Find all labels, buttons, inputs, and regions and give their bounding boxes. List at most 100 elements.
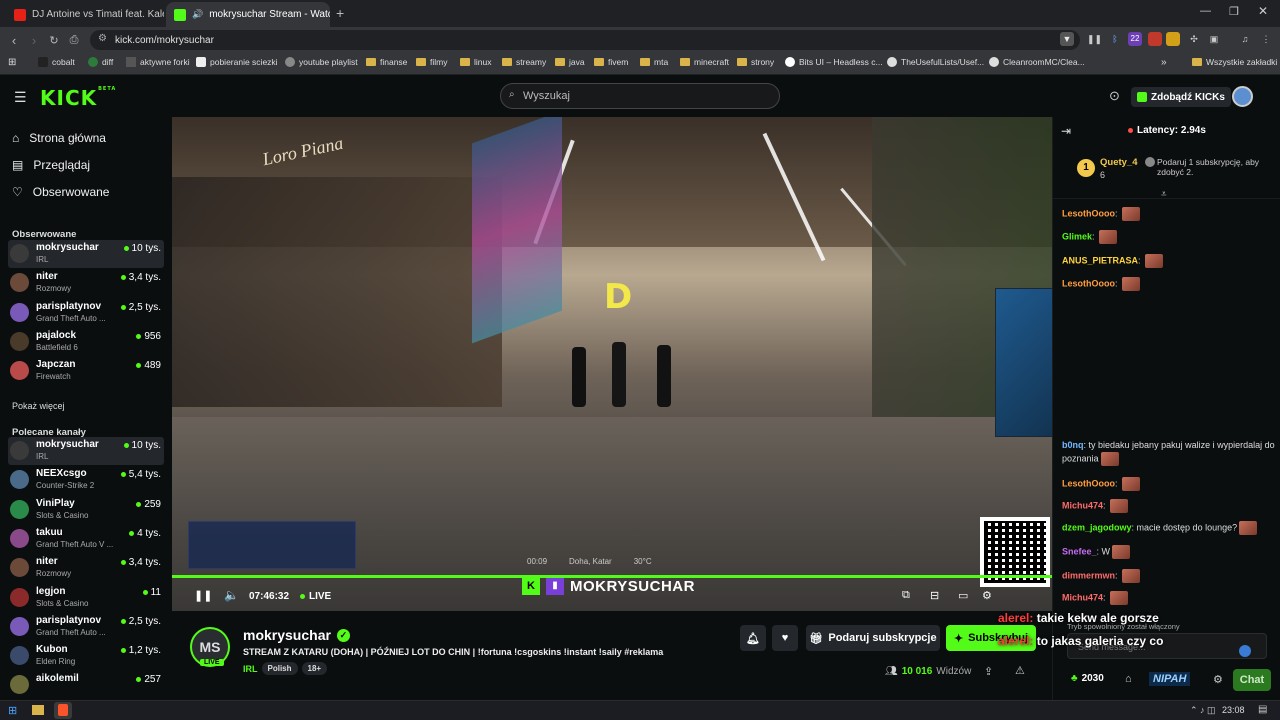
bookmark-item[interactable]: TheUsefulLists/Usef... xyxy=(887,57,984,67)
reload-icon[interactable]: ↻ xyxy=(44,34,64,47)
bookmark-folder[interactable]: finanse xyxy=(366,57,407,67)
sidebar-channel[interactable]: NEEXcsgo Counter-Strike 2 5,4 tys. xyxy=(8,466,164,494)
extension-icon[interactable] xyxy=(1166,32,1180,46)
nav-browse[interactable]: ▤ Przeglądaj xyxy=(12,158,90,172)
live-indicator[interactable]: LIVE xyxy=(300,591,331,602)
user-avatar[interactable] xyxy=(1232,86,1253,107)
site-info-icon[interactable]: ⚙ xyxy=(98,33,107,44)
url-bar[interactable]: ⚙ kick.com/mokrysuchar xyxy=(90,30,1080,50)
chat-username[interactable]: Glimek xyxy=(1062,231,1092,241)
extension-icon[interactable] xyxy=(1148,32,1162,46)
restore-icon[interactable]: ❐ xyxy=(1229,5,1239,18)
sidebar-channel[interactable]: mokrysuchar IRL 10 tys. xyxy=(8,437,164,465)
notification-icon[interactable]: ⊙ xyxy=(1109,88,1120,104)
extensions-puzzle-icon[interactable]: ✣ xyxy=(1187,32,1201,46)
file-explorer-icon[interactable] xyxy=(32,705,44,715)
system-tray-icons[interactable]: ⌃ ♪ ◫ xyxy=(1190,705,1216,716)
gift-icon[interactable]: ⌂ xyxy=(1125,673,1132,685)
forward-icon[interactable]: › xyxy=(24,33,44,48)
brave-shield-icon[interactable]: ▼ xyxy=(1060,32,1074,46)
new-tab-icon[interactable]: + xyxy=(336,5,344,21)
sidebar-channel[interactable]: Japczan Firewatch 489 xyxy=(8,357,164,385)
notifications-icon[interactable]: ▤ xyxy=(1258,704,1267,715)
notification-bell-button[interactable]: 🔔︎ xyxy=(740,625,766,651)
chat-username[interactable]: Michu474 xyxy=(1062,592,1103,602)
chat-username[interactable]: LesothOooo xyxy=(1062,478,1115,488)
bookmark-folder[interactable]: java xyxy=(555,57,585,67)
pause-icon[interactable]: ❚❚ xyxy=(194,589,212,602)
chat-username[interactable]: LesothOooo xyxy=(1062,208,1115,218)
chat-username[interactable]: Michu474 xyxy=(1062,500,1103,510)
chat-settings-icon[interactable]: ⚙ xyxy=(1213,673,1223,686)
sidebar-channel[interactable]: pajalock Battlefield 6 956 xyxy=(8,328,164,356)
bookmark-folder[interactable]: mta xyxy=(640,57,668,67)
progress-bar[interactable] xyxy=(172,575,1052,578)
sidebar-channel[interactable]: mokrysuchar IRL 10 tys. xyxy=(8,240,164,268)
expand-banner-icon[interactable]: ⩡ xyxy=(1161,189,1167,200)
apps-icon[interactable]: ⊞ xyxy=(8,57,16,68)
kick-logo[interactable]: KICKBETA xyxy=(40,86,116,110)
chat-username[interactable]: dimmermwn xyxy=(1062,570,1115,580)
bookmark-item[interactable]: diff xyxy=(88,57,113,67)
share-icon[interactable]: ⇪ xyxy=(984,665,993,678)
all-bookmarks-folder[interactable]: Wszystkie zakładki xyxy=(1192,57,1277,67)
bookmark-folder[interactable]: strony xyxy=(737,57,774,67)
hamburger-menu-icon[interactable]: ☰ xyxy=(14,89,27,106)
bookmark-item[interactable]: youtube playlist xyxy=(285,57,358,67)
bookmark-item[interactable]: aktywne forki xyxy=(126,57,190,67)
chat-username[interactable]: b0nq xyxy=(1062,440,1084,450)
bookmark-icon[interactable]: ⎙ xyxy=(64,34,84,47)
send-chat-button[interactable]: Chat xyxy=(1233,669,1271,691)
close-window-icon[interactable]: ✕ xyxy=(1258,4,1268,18)
top-gifter-name[interactable]: Quety_4 xyxy=(1100,157,1138,168)
sidebar-channel[interactable]: ViniPlay Slots & Casino 259 xyxy=(8,496,164,524)
extension-badge-icon[interactable]: 22 xyxy=(1128,32,1142,46)
report-icon[interactable]: ⚠ xyxy=(1015,664,1025,677)
category-link[interactable]: IRL xyxy=(243,664,258,674)
minimize-icon[interactable]: — xyxy=(1200,5,1211,17)
bookmark-folder[interactable]: minecraft xyxy=(680,57,729,67)
clip-icon[interactable]: ⊟ xyxy=(930,589,939,602)
bookmark-folder[interactable]: streamy xyxy=(502,57,546,67)
sidebar-channel[interactable]: legjon Slots & Casino 11 xyxy=(8,584,164,612)
channel-points[interactable]: ♣ 2030 xyxy=(1071,673,1104,684)
theater-mode-icon[interactable]: ▭ xyxy=(958,589,968,602)
pause-extension-icon[interactable]: ❚❚ xyxy=(1087,32,1102,46)
bookmark-item[interactable]: Bits UI – Headless c... xyxy=(785,57,883,67)
tag-chip[interactable]: Polish xyxy=(261,662,298,675)
back-icon[interactable]: ‹ xyxy=(4,33,24,48)
search-input[interactable]: ⌕ Wyszukaj xyxy=(500,83,780,109)
browser-tab-active[interactable]: 🔊 mokrysuchar Stream - Watch ✕ xyxy=(166,2,330,27)
tag-chip[interactable]: 18+ xyxy=(301,662,328,675)
bookmark-item[interactable]: CleanroomMC/Clea... xyxy=(989,57,1085,67)
nav-home[interactable]: ⌂ Strona główna xyxy=(12,131,106,145)
chat-username[interactable]: Snefee_ xyxy=(1062,546,1097,556)
sidebar-channel[interactable]: niter Rozmowy 3,4 tys. xyxy=(8,269,164,297)
channel-name[interactable]: mokrysuchar xyxy=(243,627,331,643)
more-bookmarks-icon[interactable]: » xyxy=(1161,57,1167,68)
browser-tab[interactable]: DJ Antoine vs Timati feat. Kalenna - \ xyxy=(6,2,164,27)
bookmark-folder[interactable]: fivem xyxy=(594,57,628,67)
browser-menu-icon[interactable]: ⋮ xyxy=(1259,32,1273,46)
get-kicks-button[interactable]: Zdobądź KICKs xyxy=(1131,87,1231,107)
emoji-picker-icon[interactable] xyxy=(1239,645,1251,657)
bookmark-folder[interactable]: linux xyxy=(460,57,491,67)
sidebar-channel[interactable]: niter Rozmowy 3,4 tys. xyxy=(8,554,164,582)
sidebar-channel[interactable]: parisplatynov Grand Theft Auto ... 2,5 tys… xyxy=(8,613,164,641)
volume-icon[interactable]: 🔈 xyxy=(224,588,239,602)
chat-username[interactable]: dzem_jagodowy xyxy=(1062,522,1132,532)
show-more-link[interactable]: Pokaż więcej xyxy=(12,401,65,411)
windows-start-icon[interactable]: ⊞ xyxy=(8,704,17,717)
gift-sub-button[interactable]: 🎁︎ Podaruj subskrypcje xyxy=(806,625,940,651)
nipah-badge[interactable]: NIPAH xyxy=(1149,672,1191,686)
sidebar-channel[interactable]: aikolemil 257 xyxy=(8,671,164,699)
chat-username[interactable]: ANUS_PIETRASA xyxy=(1062,255,1138,265)
pip-icon[interactable]: ⧉ xyxy=(902,589,910,602)
extension-icon[interactable]: ᛒ xyxy=(1108,32,1122,46)
follow-button[interactable]: ♥ xyxy=(772,625,798,651)
media-control-icon[interactable]: ♫ xyxy=(1238,32,1252,46)
sidebar-channel[interactable]: parisplatynov Grand Theft Auto ... 2,5 tys… xyxy=(8,299,164,327)
sidebar-channel[interactable]: takuu Grand Theft Auto V ... 4 tys. xyxy=(8,525,164,553)
video-player[interactable]: Loro Piana D 00:09 Doha, Katar 30°C K ▮ … xyxy=(172,117,1052,611)
bookmark-item[interactable]: pobieranie sciezki xyxy=(196,57,278,67)
